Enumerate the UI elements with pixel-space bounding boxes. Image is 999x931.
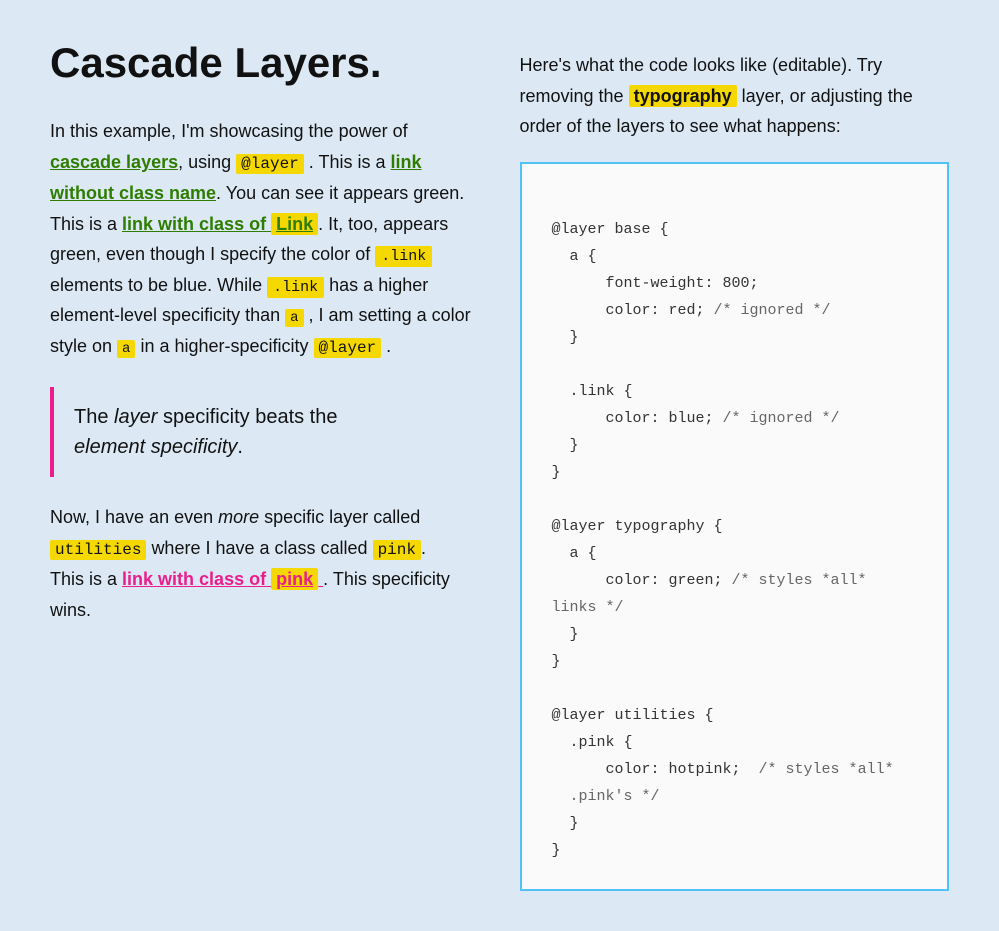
right-column: Here's what the code looks like (editabl… <box>520 40 950 891</box>
blockquote-em2: element specificity <box>74 436 237 458</box>
utilities-code: utilities <box>50 540 146 560</box>
link-code-2: .link <box>267 277 324 298</box>
layer-code: @layer <box>314 338 382 358</box>
bottom-paragraph: Now, I have an even more specific layer … <box>50 502 480 625</box>
intro-paragraph: In this example, I'm showcasing the powe… <box>50 116 480 362</box>
a-code2: a <box>117 340 135 358</box>
page-title: Cascade Layers. <box>50 40 480 86</box>
link-pink[interactable]: link with class of pink <box>122 568 323 590</box>
pink-code: pink <box>373 540 421 560</box>
a-code: a <box>285 309 303 327</box>
intro-text: In this example, I'm showcasing the powe… <box>50 121 408 141</box>
cascade-layers-link[interactable]: cascade layers <box>50 152 178 172</box>
right-description: Here's what the code looks like (editabl… <box>520 50 950 142</box>
at-layer-code: @layer <box>236 154 304 174</box>
link-class-code: Link <box>271 213 318 235</box>
pink-highlight: pink <box>271 568 318 590</box>
left-column: Cascade Layers. In this example, I'm sho… <box>50 40 480 891</box>
blockquote-text: The layer specificity beats the element … <box>74 402 460 462</box>
blockquote-em: layer <box>114 406 157 428</box>
blockquote: The layer specificity beats the element … <box>50 387 480 477</box>
link-code-1: .link <box>375 246 432 267</box>
link-with-class[interactable]: link with class of Link <box>122 213 318 235</box>
code-editor[interactable]: @layer base { a { font-weight: 800; colo… <box>520 162 950 891</box>
page-container: Cascade Layers. In this example, I'm sho… <box>0 0 999 931</box>
more-em: more <box>218 507 259 527</box>
typography-highlight: typography <box>629 85 737 107</box>
